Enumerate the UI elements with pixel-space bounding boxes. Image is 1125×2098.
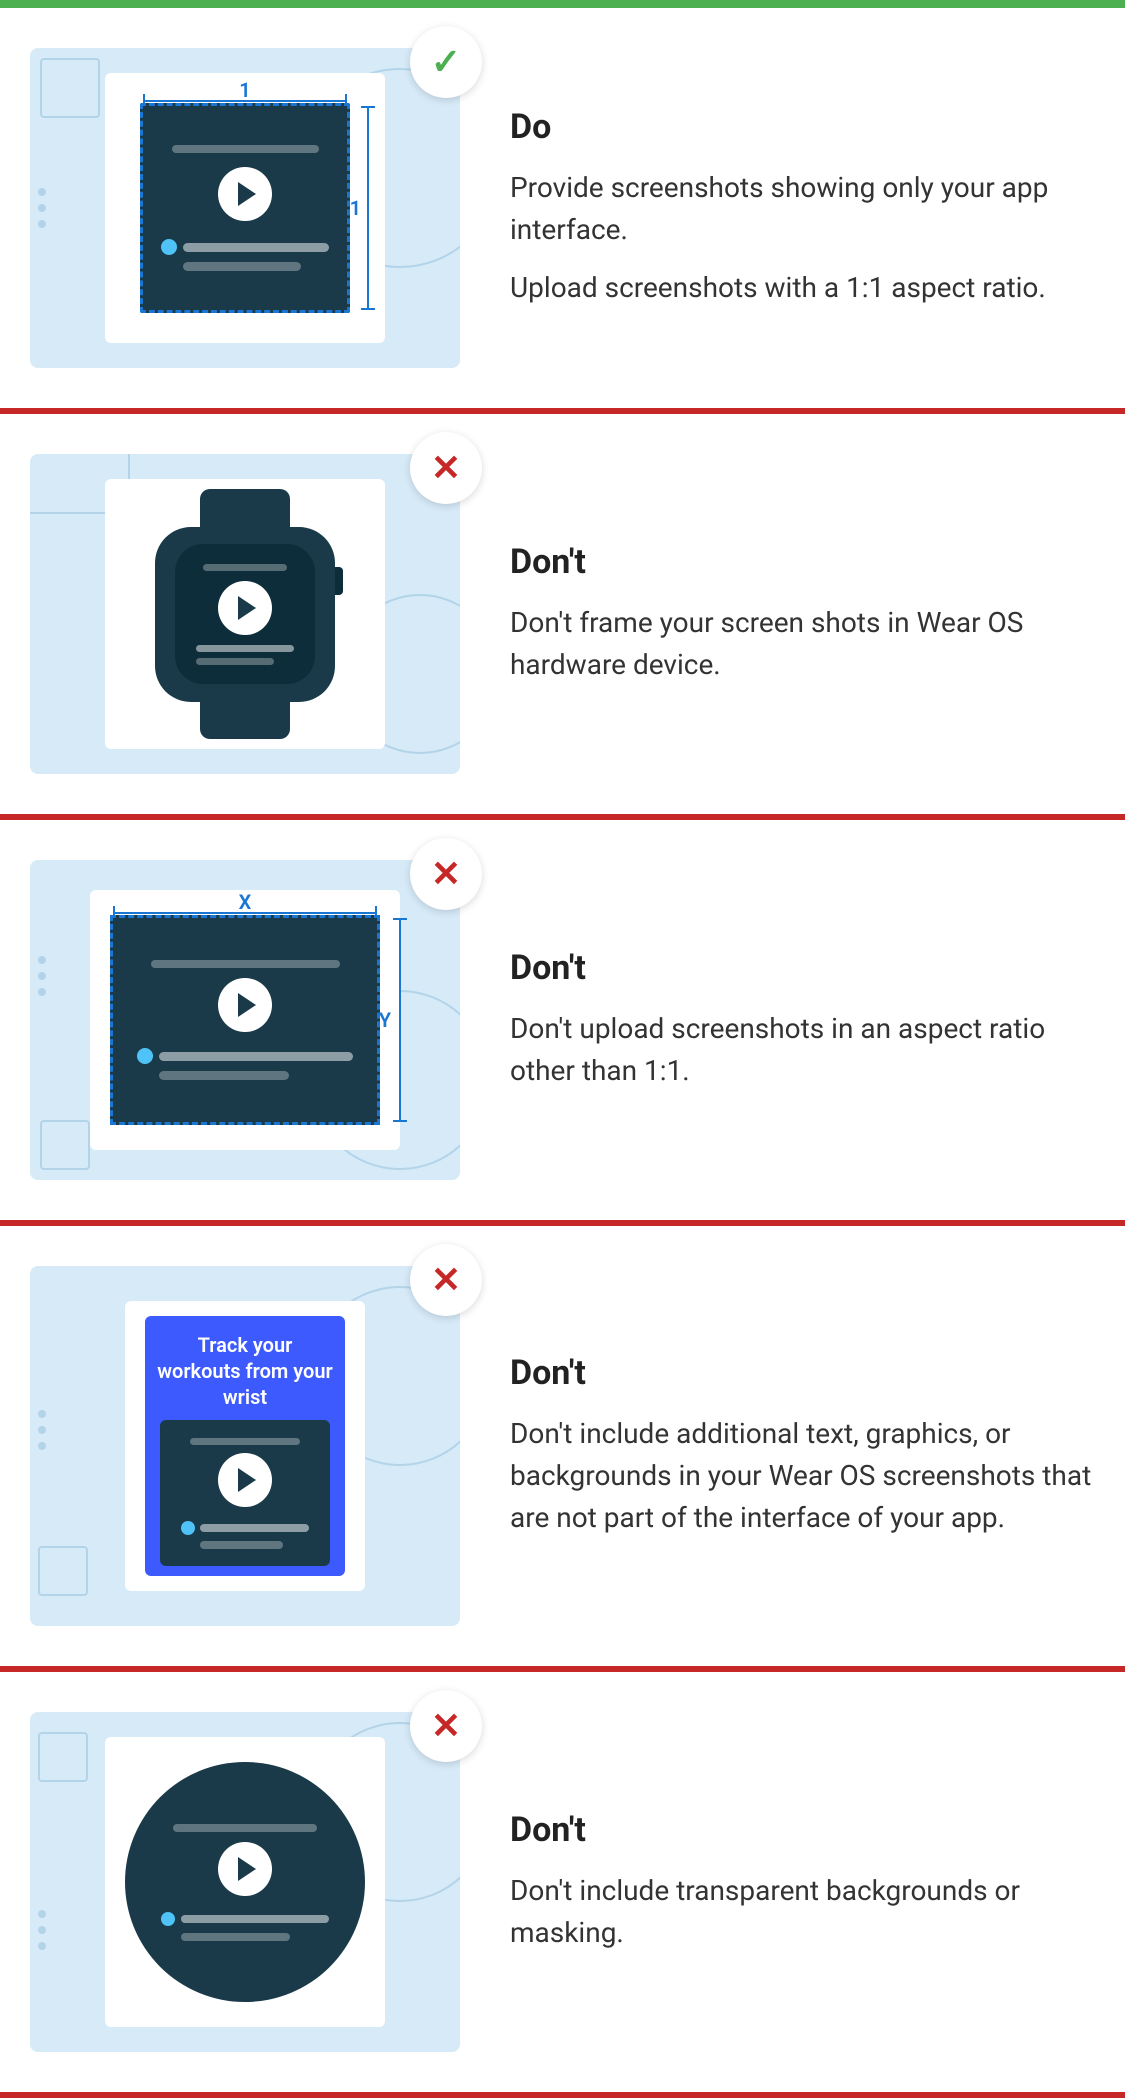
phone-wrong-ratio: X Y [110,915,380,1125]
illustration-dont-2: X Y [30,860,460,1180]
x-measure: X [113,890,377,914]
white-card-4: Track your workouts from your wrist [125,1301,365,1591]
circle-crop [125,1762,365,2002]
dont-4-label: Don't [510,1810,1095,1850]
promo-play-icon [218,1453,272,1507]
watch-play-icon [218,581,272,635]
dont-1-desc-1: Don't frame your screen shots in Wear OS… [510,602,1095,686]
dont-2-text-area: Don't Don't upload screenshots in an asp… [500,948,1095,1092]
dont-badge-2: ✕ [410,838,482,910]
dont-3-label: Don't [510,1353,1095,1393]
section-dont-1: ✕ Don't Don't frame your screen shots in… [0,414,1125,820]
do-badge: ✓ [410,26,482,98]
dont-badge-3: ✕ [410,1244,482,1316]
illustration-do: 1 1 [30,48,460,368]
top-bar [0,0,1125,8]
dont-3-text-area: Don't Don't include additional text, gra… [500,1353,1095,1539]
dont-4-text-area: Don't Don't include transparent backgrou… [500,1810,1095,1954]
do-text-area: Do Provide screenshots showing only your… [500,107,1095,309]
badge-symbol: ✓ [431,41,461,83]
circle-play-icon [218,1842,272,1896]
promo-screen: Track your workouts from your wrist [145,1316,345,1576]
dont-badge-4: ✕ [410,1690,482,1762]
dont-3-desc: Don't include additional text, graphics,… [510,1413,1095,1539]
section-dont-2: X Y [0,820,1125,1226]
white-card-1: 1 1 [105,73,385,343]
dont-badge-1: ✕ [410,432,482,504]
phone-with-measure: 1 1 [140,103,350,313]
section-dont-4: ✕ Don't Don't include transparent backgr… [0,1672,1125,2098]
dont-1-label: Don't [510,542,1095,582]
do-desc-2: Upload screenshots with a 1:1 aspect rat… [510,267,1095,309]
dont-2-desc: Don't upload screenshots in an aspect ra… [510,1008,1095,1092]
watch-illus [105,479,385,749]
watch-body [155,527,335,702]
dont-4-desc-1: Don't include transparent backgrounds or… [510,1870,1095,1954]
do-desc: Provide screenshots showing only your ap… [510,167,1095,309]
white-card-3: X Y [90,890,400,1150]
dont-3-desc-1: Don't include additional text, graphics,… [510,1413,1095,1539]
do-label: Do [510,107,1095,147]
dashed-border: 1 1 [140,103,350,313]
watch-screen [175,544,315,684]
illustration-dont-4: ✕ [30,1712,460,2052]
promo-inner-screen [160,1420,330,1566]
dont-1-text-area: Don't Don't frame your screen shots in W… [500,542,1095,686]
dont-badge-symbol-2: ✕ [431,853,461,895]
white-card-5 [105,1737,385,2027]
dont-2-desc-1: Don't upload screenshots in an aspect ra… [510,1008,1095,1092]
measure-top: 1 [143,78,347,102]
dont-2-label: Don't [510,948,1095,988]
illustration-dont-1: ✕ [30,454,460,774]
wrong-ratio-border: X Y [110,915,380,1125]
dont-badge-symbol-1: ✕ [431,447,461,489]
promo-text-label: Track your workouts from your wrist [157,1332,333,1410]
dont-badge-symbol-3: ✕ [431,1259,461,1301]
white-card-2 [105,479,385,749]
dont-4-desc: Don't include transparent backgrounds or… [510,1870,1095,1954]
section-do: 1 1 [0,8,1125,414]
do-desc-1: Provide screenshots showing only your ap… [510,167,1095,251]
illustration-dont-3: Track your workouts from your wrist [30,1266,460,1626]
section-dont-3: Track your workouts from your wrist [0,1226,1125,1672]
dont-badge-symbol-4: ✕ [431,1705,461,1747]
dont-1-desc: Don't frame your screen shots in Wear OS… [510,602,1095,686]
